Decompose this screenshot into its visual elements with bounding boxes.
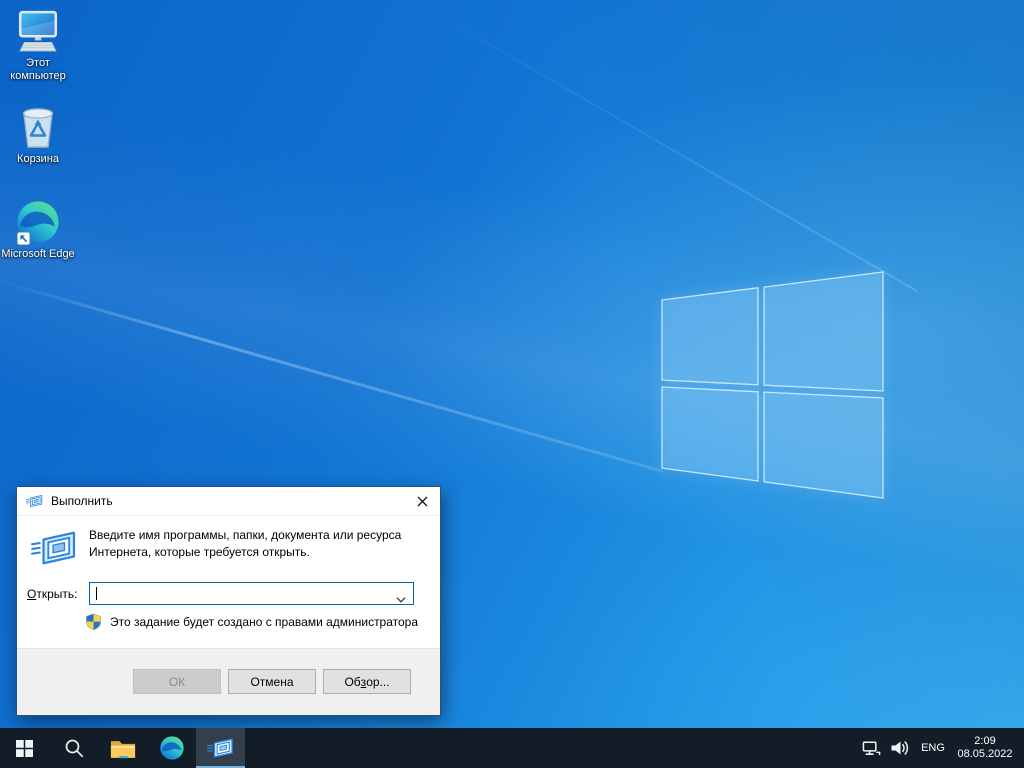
browse-label-pre: Об	[344, 675, 360, 689]
open-row: Открыть:	[27, 582, 414, 605]
ok-button[interactable]: ОК	[133, 669, 221, 694]
taskbar: ENG 2:09 08.05.2022	[0, 728, 1024, 768]
start-button[interactable]	[0, 728, 49, 768]
run-icon	[26, 494, 43, 508]
desktop-screen: Этот компьютер Корзина Microsoft Edge	[0, 0, 1024, 768]
shortcut-arrow-icon	[17, 232, 30, 245]
search-icon	[64, 738, 84, 758]
close-icon	[417, 496, 428, 507]
run-icon	[31, 527, 77, 570]
taskbar-file-explorer-button[interactable]	[98, 728, 147, 768]
run-icon	[207, 737, 234, 759]
admin-note: Это задание будет создано с правами адми…	[110, 615, 418, 629]
run-dialog: Выполнить Введите имя программы, папки, …	[16, 486, 441, 716]
admin-note-row: Это задание будет создано с правами адми…	[85, 613, 418, 631]
windows-logo-icon	[655, 265, 890, 505]
desktop-icon-label: Microsoft Edge	[1, 248, 74, 261]
taskbar-run-button-active[interactable]	[196, 728, 245, 768]
taskbar-search-button[interactable]	[49, 728, 98, 768]
start-icon	[16, 740, 33, 757]
text-caret	[96, 587, 97, 600]
cancel-button[interactable]: Отмена	[228, 669, 316, 694]
run-description: Введите имя программы, папки, документа …	[89, 527, 437, 570]
clock-time: 2:09	[974, 735, 995, 748]
taskbar-edge-button[interactable]	[147, 728, 196, 768]
uac-shield-icon	[85, 613, 102, 631]
light-ray	[0, 277, 663, 473]
language-indicator[interactable]: ENG	[914, 728, 952, 768]
volume-icon	[890, 739, 910, 757]
desktop-icon-label: Этот компьютер	[0, 57, 76, 83]
clock-date: 08.05.2022	[957, 748, 1012, 761]
recycle-bin-icon	[16, 104, 60, 150]
run-command-input[interactable]	[92, 584, 393, 603]
desktop-icon-this-pc[interactable]: Этот компьютер	[0, 8, 76, 83]
file-explorer-icon	[110, 738, 136, 759]
this-pc-icon	[15, 8, 61, 54]
run-dialog-titlebar: Выполнить	[17, 487, 440, 516]
run-command-combobox[interactable]	[89, 582, 414, 605]
network-tray-button[interactable]	[858, 728, 886, 768]
desktop-icon-recycle-bin[interactable]: Корзина	[0, 104, 76, 166]
desktop-icon-label: Корзина	[17, 153, 59, 166]
open-label: Открыть:	[27, 587, 89, 601]
dialog-button-row: ОК Отмена Обзор...	[17, 648, 440, 715]
open-label-accesskey: О	[27, 587, 36, 601]
browse-label-rest: ор...	[366, 675, 389, 689]
light-ray	[380, 0, 918, 292]
edge-icon	[159, 735, 185, 761]
desktop-icon-microsoft-edge[interactable]: Microsoft Edge	[0, 199, 76, 261]
system-tray: ENG 2:09 08.05.2022	[858, 728, 1024, 768]
run-description-row: Введите имя программы, папки, документа …	[31, 527, 437, 570]
chevron-down-icon[interactable]	[396, 592, 406, 606]
dialog-title: Выполнить	[51, 494, 113, 508]
taskbar-clock[interactable]: 2:09 08.05.2022	[952, 728, 1018, 768]
open-label-rest: ткрыть:	[36, 587, 77, 601]
close-button[interactable]	[404, 487, 440, 515]
network-icon	[862, 739, 882, 757]
volume-tray-button[interactable]	[886, 728, 914, 768]
browse-button[interactable]: Обзор...	[323, 669, 411, 694]
